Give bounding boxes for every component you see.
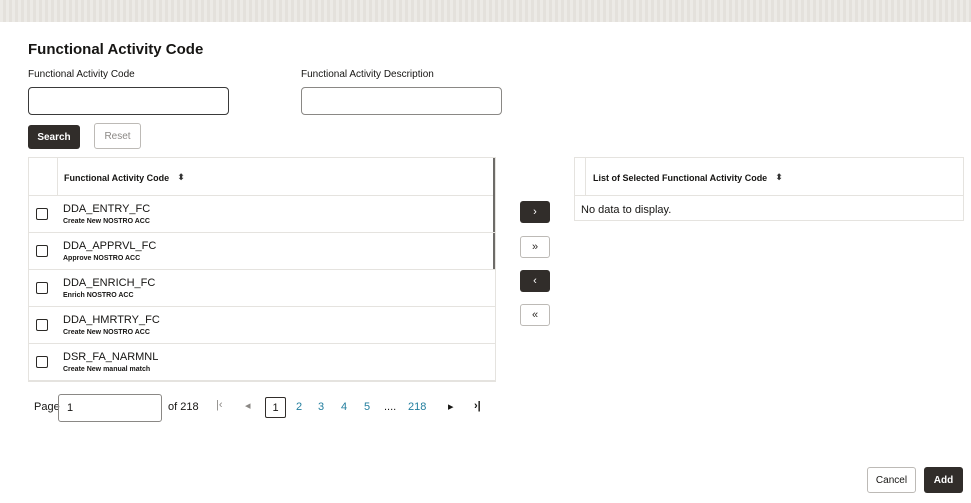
row-code: DDA_HMRTRY_FC	[63, 314, 160, 326]
top-banner	[0, 0, 971, 22]
page-label: Page	[34, 401, 60, 413]
chevron-right-icon: ›	[533, 206, 537, 218]
row-code: DDA_APPRVL_FC	[63, 240, 157, 252]
chevron-left-icon: ‹	[533, 275, 537, 287]
available-codes-table: Functional Activity Code ⬍ DDA_ENTRY_FC …	[28, 157, 496, 382]
row-code: DDA_ENTRY_FC	[63, 203, 151, 215]
move-selected-button[interactable]: ›	[520, 201, 550, 223]
first-page-icon[interactable]: |‹	[216, 399, 223, 411]
double-chevron-right-icon: »	[531, 241, 539, 253]
row-code: DSR_FA_NARMNL	[63, 351, 159, 363]
last-page-icon[interactable]: ›|	[474, 400, 481, 412]
code-input[interactable]	[28, 87, 229, 115]
table-row[interactable]: DDA_HMRTRY_FC Create New NOSTRO ACC	[29, 307, 495, 344]
row-checkbox[interactable]	[36, 208, 48, 220]
column-header-label: Functional Activity Code	[64, 172, 170, 183]
selected-codes-table: List of Selected Functional Activity Cod…	[574, 157, 964, 221]
row-checkbox[interactable]	[36, 245, 48, 257]
double-chevron-left-icon: «	[531, 309, 539, 321]
page-link[interactable]: 2	[296, 401, 302, 413]
move-all-button[interactable]: »	[520, 236, 550, 258]
table-row[interactable]: DDA_APPRVL_FC Approve NOSTRO ACC	[29, 233, 495, 270]
page-title: Functional Activity Code	[28, 41, 204, 58]
row-checkbox[interactable]	[36, 282, 48, 294]
row-description: Create New manual match	[63, 366, 151, 373]
row-description: Create New NOSTRO ACC	[63, 329, 150, 336]
column-header-label: List of Selected Functional Activity Cod…	[593, 172, 768, 183]
column-header-selected-code[interactable]: List of Selected Functional Activity Cod…	[593, 172, 783, 183]
page-link[interactable]: 3	[318, 401, 324, 413]
row-checkbox[interactable]	[36, 356, 48, 368]
current-page[interactable]: 1	[265, 397, 286, 418]
cancel-button[interactable]: Cancel	[867, 467, 916, 493]
reset-button[interactable]: Reset	[94, 123, 141, 149]
search-button[interactable]: Search	[28, 125, 80, 149]
select-column-header	[575, 158, 586, 196]
table-row[interactable]: DDA_ENRICH_FC Enrich NOSTRO ACC	[29, 270, 495, 307]
row-checkbox[interactable]	[36, 319, 48, 331]
row-code: DDA_ENRICH_FC	[63, 277, 156, 289]
table-row[interactable]: DSR_FA_NARMNL Create New manual match	[29, 344, 495, 381]
empty-message: No data to display.	[581, 204, 672, 216]
page-link[interactable]: 4	[341, 401, 347, 413]
table-header: Functional Activity Code ⬍	[29, 158, 495, 196]
page-link[interactable]: 218	[408, 401, 426, 413]
remove-selected-button[interactable]: ‹	[520, 270, 550, 292]
previous-page-icon[interactable]: ◂	[245, 399, 251, 412]
add-button[interactable]: Add	[924, 467, 963, 493]
table-row[interactable]: DDA_ENTRY_FC Create New NOSTRO ACC	[29, 196, 495, 233]
sort-icon[interactable]: ⬍	[775, 172, 783, 183]
page-link[interactable]: 5	[364, 401, 370, 413]
page-total: of 218	[168, 401, 199, 413]
select-column-header	[29, 158, 58, 196]
table-header: List of Selected Functional Activity Cod…	[575, 158, 963, 196]
page-number-input[interactable]: 1	[58, 394, 162, 422]
remove-all-button[interactable]: «	[520, 304, 550, 326]
sort-icon[interactable]: ⬍	[177, 172, 185, 183]
next-page-icon[interactable]: ▸	[448, 400, 454, 413]
page-ellipsis: ....	[384, 401, 397, 413]
row-description: Create New NOSTRO ACC	[63, 218, 150, 225]
row-description: Enrich NOSTRO ACC	[63, 292, 134, 299]
column-header-code[interactable]: Functional Activity Code ⬍	[64, 172, 185, 183]
description-input[interactable]	[301, 87, 502, 115]
row-description: Approve NOSTRO ACC	[63, 255, 141, 262]
description-field-label: Functional Activity Description	[301, 69, 434, 80]
code-field-label: Functional Activity Code	[28, 69, 135, 80]
